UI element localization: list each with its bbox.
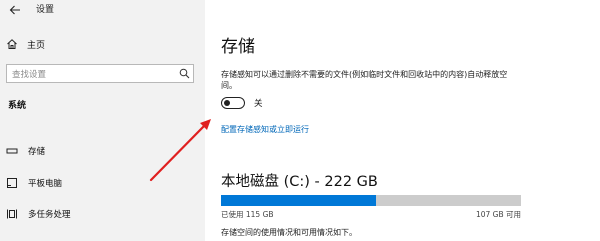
home-icon (7, 39, 17, 49)
section-title-system: 系统 (8, 101, 27, 111)
back-arrow-icon (9, 5, 20, 15)
storage-sense-toggle[interactable] (221, 97, 245, 109)
usage-description: 存储空间的使用情况和可用情况如下。 (221, 228, 357, 237)
back-button[interactable] (8, 2, 22, 16)
toggle-state-label: 关 (254, 99, 263, 109)
page-title: 存储 (221, 37, 255, 57)
home-label: 主页 (27, 40, 46, 51)
app-title: 设置 (36, 5, 55, 15)
sidebar-item-label: 存储 (28, 147, 46, 157)
sidebar: 设置 主页 查找设置 系统 存储 平板电脑 多任务处理 (0, 0, 205, 241)
sidebar-item-home[interactable]: 主页 (6, 36, 45, 52)
sidebar-item-tablet[interactable]: 平板电脑 (0, 174, 205, 192)
sidebar-item-label: 平板电脑 (28, 179, 63, 189)
storage-sense-description: 存储感知可以通过删除不需要的文件(例如临时文件和回收站中的内容)自动释放空间。 (221, 70, 508, 90)
storage-usage-fill (221, 195, 377, 206)
sidebar-item-label: 多任务处理 (28, 210, 71, 220)
storage-usage-bar (221, 195, 521, 206)
multitasking-icon (5, 207, 19, 221)
search-icon[interactable] (175, 65, 193, 82)
storage-sense-toggle-row: 关 (221, 97, 263, 109)
available-space-label: 107 GB 可用 (475, 210, 521, 219)
search-input[interactable]: 查找设置 (6, 64, 194, 83)
configure-storage-sense-link[interactable]: 配置存储感知或立即运行 (221, 124, 309, 135)
sidebar-item-multitasking[interactable]: 多任务处理 (0, 205, 205, 223)
storage-drive-icon (5, 144, 19, 158)
toggle-knob (224, 99, 230, 106)
used-space-label: 已使用 115 GB (221, 210, 274, 219)
sidebar-item-storage[interactable]: 存储 (0, 142, 205, 160)
search-placeholder: 查找设置 (12, 69, 47, 80)
main-content: 存储 存储感知可以通过删除不需要的文件(例如临时文件和回收站中的内容)自动释放空… (205, 0, 600, 241)
drive-title: 本地磁盘 (C:) - 222 GB (221, 174, 378, 190)
tablet-icon (5, 176, 19, 190)
